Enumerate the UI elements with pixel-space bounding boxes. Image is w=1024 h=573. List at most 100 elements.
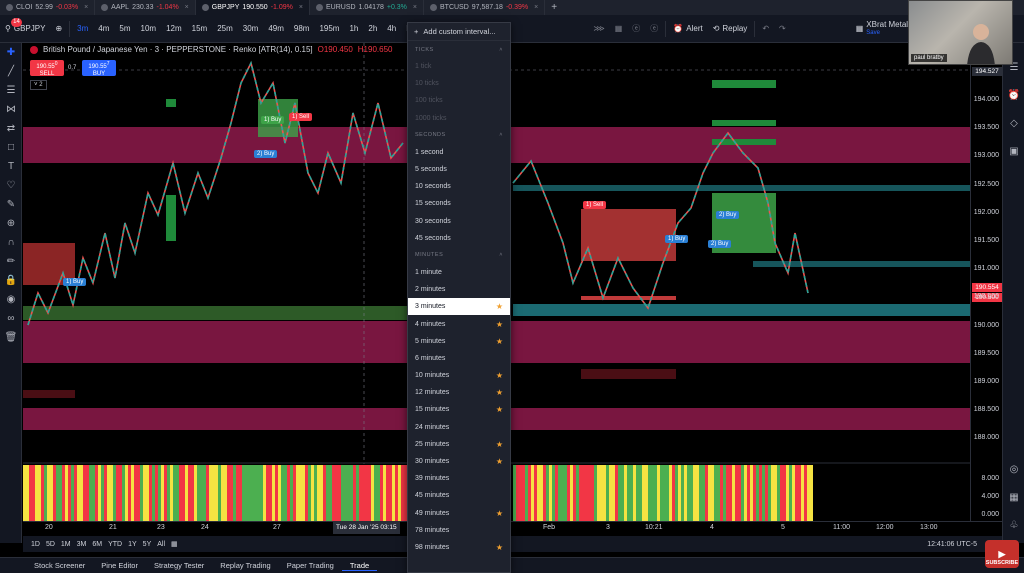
- bottom-panel-tab[interactable]: Paper Trading: [279, 561, 342, 570]
- interval-option[interactable]: 30 minutes ★: [408, 453, 510, 470]
- interval-option[interactable]: 12 minutes ★: [408, 384, 510, 401]
- pattern-tool[interactable]: ⋈: [0, 100, 22, 119]
- close-icon[interactable]: ×: [413, 4, 417, 11]
- star-icon[interactable]: ★: [496, 371, 503, 380]
- range-button[interactable]: 1M: [61, 541, 71, 548]
- interval-option[interactable]: 10 seconds: [408, 178, 510, 195]
- interval-button[interactable]: 1h: [344, 15, 363, 43]
- star-icon[interactable]: ★: [496, 509, 503, 518]
- interval-option[interactable]: 25 minutes ★: [408, 436, 510, 453]
- symbol-tab[interactable]: BTCUSD 97,587.18 -0.39% ×: [424, 0, 546, 15]
- close-icon[interactable]: ×: [185, 4, 189, 11]
- interval-option[interactable]: 2 minutes: [408, 281, 510, 298]
- close-icon[interactable]: ×: [84, 4, 88, 11]
- interval-option[interactable]: 4 minutes ★: [408, 315, 510, 332]
- favorites-tool[interactable]: ♡: [0, 176, 22, 195]
- magnet-tool[interactable]: ∩: [0, 233, 22, 252]
- bottom-panel-tab[interactable]: Strategy Tester: [146, 561, 212, 570]
- shapes-tool[interactable]: □: [0, 138, 22, 157]
- close-icon[interactable]: ×: [299, 4, 303, 11]
- star-icon[interactable]: ★: [496, 440, 503, 449]
- interval-option[interactable]: 5 minutes ★: [408, 333, 510, 350]
- redo-button[interactable]: ↷: [774, 15, 791, 43]
- range-button[interactable]: 5D: [46, 541, 55, 548]
- symbol-tab[interactable]: EURUSD 1.04178 +0.3% ×: [310, 0, 424, 15]
- interval-button[interactable]: 4m: [93, 15, 114, 43]
- interval-button[interactable]: 98m: [289, 15, 315, 43]
- bottom-panel-tab[interactable]: Stock Screener: [26, 561, 93, 570]
- interval-option[interactable]: 45 minutes: [408, 487, 510, 504]
- bottom-panel-tab[interactable]: Replay Trading: [212, 561, 278, 570]
- notification-badge[interactable]: 14: [11, 18, 22, 27]
- signals-button[interactable]: ◎: [1003, 455, 1024, 483]
- remove-drawings-tool[interactable]: 🗑: [0, 328, 22, 347]
- interval-button[interactable]: 15m: [187, 15, 213, 43]
- range-button[interactable]: 6M: [92, 541, 102, 548]
- interval-option[interactable]: 98 minutes ★: [408, 539, 510, 556]
- interval-option[interactable]: 1 tick: [408, 58, 510, 75]
- date-range-calendar-icon[interactable]: ▦: [171, 540, 178, 548]
- symbol-tab[interactable]: AAPL 230.33 -1.04% ×: [95, 0, 196, 15]
- seconds-section-header[interactable]: SECONDS ˄: [408, 127, 510, 144]
- fib-tool[interactable]: ☰: [0, 81, 22, 100]
- undo-button[interactable]: ↶: [757, 15, 774, 43]
- bottom-panel-tab[interactable]: Trade: [341, 561, 378, 571]
- interval-option[interactable]: 30 seconds: [408, 213, 510, 230]
- symbol-tab[interactable]: CLOI 52.99 -0.03% ×: [0, 0, 96, 15]
- calendar-button[interactable]: ▦: [1003, 483, 1024, 511]
- range-button[interactable]: 1D: [31, 541, 40, 548]
- interval-button[interactable]: 5m: [114, 15, 135, 43]
- redo-forward-button[interactable]: ⓔ: [645, 15, 663, 43]
- interval-option[interactable]: 1 minute: [408, 264, 510, 281]
- add-custom-interval[interactable]: + Add custom interval...: [408, 23, 510, 41]
- compare-add-button[interactable]: ⊕: [50, 15, 67, 43]
- zoom-tool[interactable]: ⊕: [0, 214, 22, 233]
- range-button[interactable]: YTD: [108, 541, 122, 548]
- symbol-tab[interactable]: GBPJPY 190.550 -1.09% ×: [195, 0, 310, 15]
- interval-option[interactable]: 45 seconds: [408, 230, 510, 247]
- interval-option[interactable]: 100 ticks: [408, 92, 510, 109]
- minutes-section-header[interactable]: MINUTES ˄: [408, 247, 510, 264]
- notifications-button[interactable]: ♧: [1003, 511, 1024, 539]
- subscribe-button[interactable]: ▶ SUBSCRIBE: [985, 540, 1019, 568]
- interval-button[interactable]: 49m: [263, 15, 289, 43]
- range-button[interactable]: 3M: [77, 541, 87, 548]
- hide-drawings-tool[interactable]: ◉: [0, 290, 22, 309]
- star-icon[interactable]: ★: [496, 405, 503, 414]
- interval-option[interactable]: 15 seconds: [408, 195, 510, 212]
- range-button[interactable]: All: [157, 541, 165, 548]
- interval-button[interactable]: 4h: [382, 15, 401, 43]
- chart-legend[interactable]: British Pound / Japanese Yen · 3 · PEPPE…: [30, 45, 392, 54]
- interval-option[interactable]: 49 minutes ★: [408, 505, 510, 522]
- star-icon[interactable]: ★: [496, 457, 503, 466]
- crosshair-tool[interactable]: ✚: [0, 43, 22, 62]
- alert-button[interactable]: ⏰ Alert: [668, 15, 707, 43]
- star-icon[interactable]: ★: [496, 543, 503, 552]
- range-button[interactable]: 5Y: [143, 541, 152, 548]
- interval-button[interactable]: 2h: [363, 15, 382, 43]
- new-tab-plus-icon[interactable]: +: [545, 2, 563, 13]
- ruler-tool[interactable]: ✎: [0, 195, 22, 214]
- link-tool[interactable]: ∞: [0, 309, 22, 328]
- interval-option[interactable]: 39 minutes: [408, 470, 510, 487]
- buy-button[interactable]: 190.557 BUY: [82, 60, 116, 77]
- alerts-panel-button[interactable]: ⏰: [1003, 81, 1024, 109]
- interval-option[interactable]: 78 minutes: [408, 522, 510, 539]
- interval-option[interactable]: 5 seconds: [408, 161, 510, 178]
- interval-button[interactable]: 10m: [136, 15, 162, 43]
- star-icon[interactable]: ★: [496, 320, 503, 329]
- interval-option[interactable]: 3 minutes ★: [408, 298, 510, 316]
- interval-button[interactable]: 12m: [161, 15, 187, 43]
- indicator-collapse-toggle[interactable]: ˅ 2: [30, 80, 47, 90]
- interval-option[interactable]: 1000 ticks: [408, 110, 510, 127]
- chat-button[interactable]: ▣: [1003, 137, 1024, 165]
- star-icon[interactable]: ★: [496, 302, 503, 311]
- price-axis[interactable]: 194.527 190.554 190.500 194.000 193.500 19…: [970, 43, 1002, 521]
- bottom-panel-tab[interactable]: Pine Editor: [93, 561, 146, 570]
- replay-button[interactable]: ⟲ Replay: [708, 15, 753, 43]
- interval-button[interactable]: 195m: [314, 15, 344, 43]
- interval-button[interactable]: 3m: [72, 15, 93, 43]
- forecast-tool[interactable]: ⇄: [0, 119, 22, 138]
- ticks-section-header[interactable]: TICKS ˄: [408, 41, 510, 58]
- interval-option[interactable]: 6 minutes: [408, 350, 510, 367]
